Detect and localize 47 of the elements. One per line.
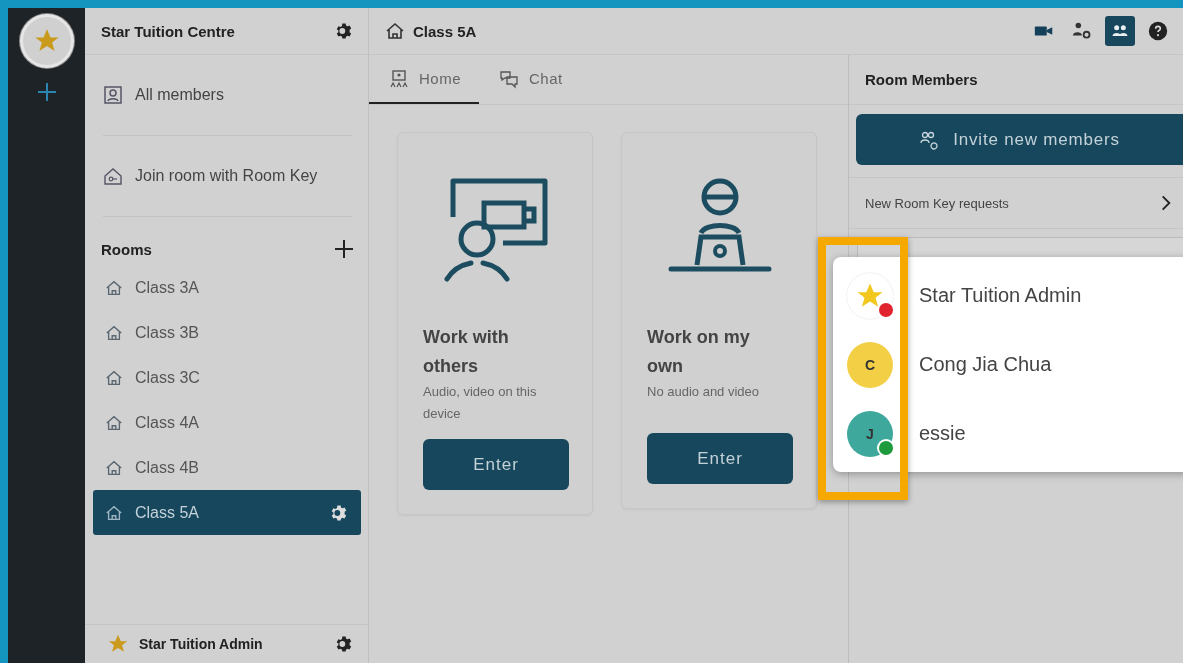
card-title: Work on my own <box>647 326 751 378</box>
enter-button[interactable]: Enter <box>647 433 793 484</box>
classroom-icon <box>389 68 409 89</box>
tab[interactable]: Home <box>369 55 479 104</box>
people-icon <box>919 129 940 150</box>
member-item[interactable]: Star Tuition Admin <box>833 263 1183 328</box>
room-item[interactable]: Class 3A <box>93 265 361 310</box>
house-icon <box>105 323 123 342</box>
contact-card-icon <box>103 85 123 105</box>
room-item[interactable]: Class 3C <box>93 355 361 400</box>
card-description: Audio, video on this device <box>423 383 538 423</box>
tab[interactable]: Chat <box>479 55 581 104</box>
room-title: Class 5A <box>413 22 477 40</box>
add-icon[interactable] <box>334 239 354 259</box>
workspace-name: Star Tuition Centre <box>101 22 235 40</box>
avatar: C <box>847 341 893 388</box>
chevron-right-icon <box>1161 194 1171 212</box>
room-item[interactable]: Class 3B <box>93 310 361 355</box>
invite-button[interactable]: Invite new members <box>856 114 1183 165</box>
room-item[interactable]: Class 4A <box>93 400 361 445</box>
house-icon <box>105 368 123 387</box>
house-icon <box>105 503 123 522</box>
house-icon <box>385 21 405 41</box>
house-icon <box>105 413 123 432</box>
room-key-requests-row[interactable]: New Room Key requests <box>849 177 1183 229</box>
people-icon[interactable] <box>1105 16 1135 46</box>
room-item[interactable]: Class 4B <box>93 445 361 490</box>
settings-icon[interactable] <box>334 21 354 41</box>
star-avatar-icon <box>847 272 893 319</box>
card-description: No audio and video <box>647 383 761 401</box>
room-item[interactable]: Class 5A <box>93 490 361 535</box>
panel-title: Room Members <box>865 71 978 88</box>
workspace-logo[interactable] <box>19 14 74 68</box>
house-icon <box>105 458 123 477</box>
enter-button[interactable]: Enter <box>423 439 569 490</box>
section-heading: Rooms <box>101 240 152 258</box>
settings-icon[interactable] <box>334 634 354 654</box>
sidebar-link[interactable]: Join room with Room Key <box>85 136 368 216</box>
card-title: Work with others <box>423 326 510 378</box>
member-item[interactable]: C Cong Jia Chua <box>833 332 1183 397</box>
house-icon <box>105 278 123 297</box>
sidebar-link[interactable]: All members <box>85 55 368 135</box>
avatar: J <box>847 410 893 457</box>
house-key-icon <box>103 166 123 186</box>
chat-icon <box>499 68 519 89</box>
member-item[interactable]: J essie <box>833 401 1183 466</box>
user-name: Star Tuition Admin <box>139 636 264 652</box>
